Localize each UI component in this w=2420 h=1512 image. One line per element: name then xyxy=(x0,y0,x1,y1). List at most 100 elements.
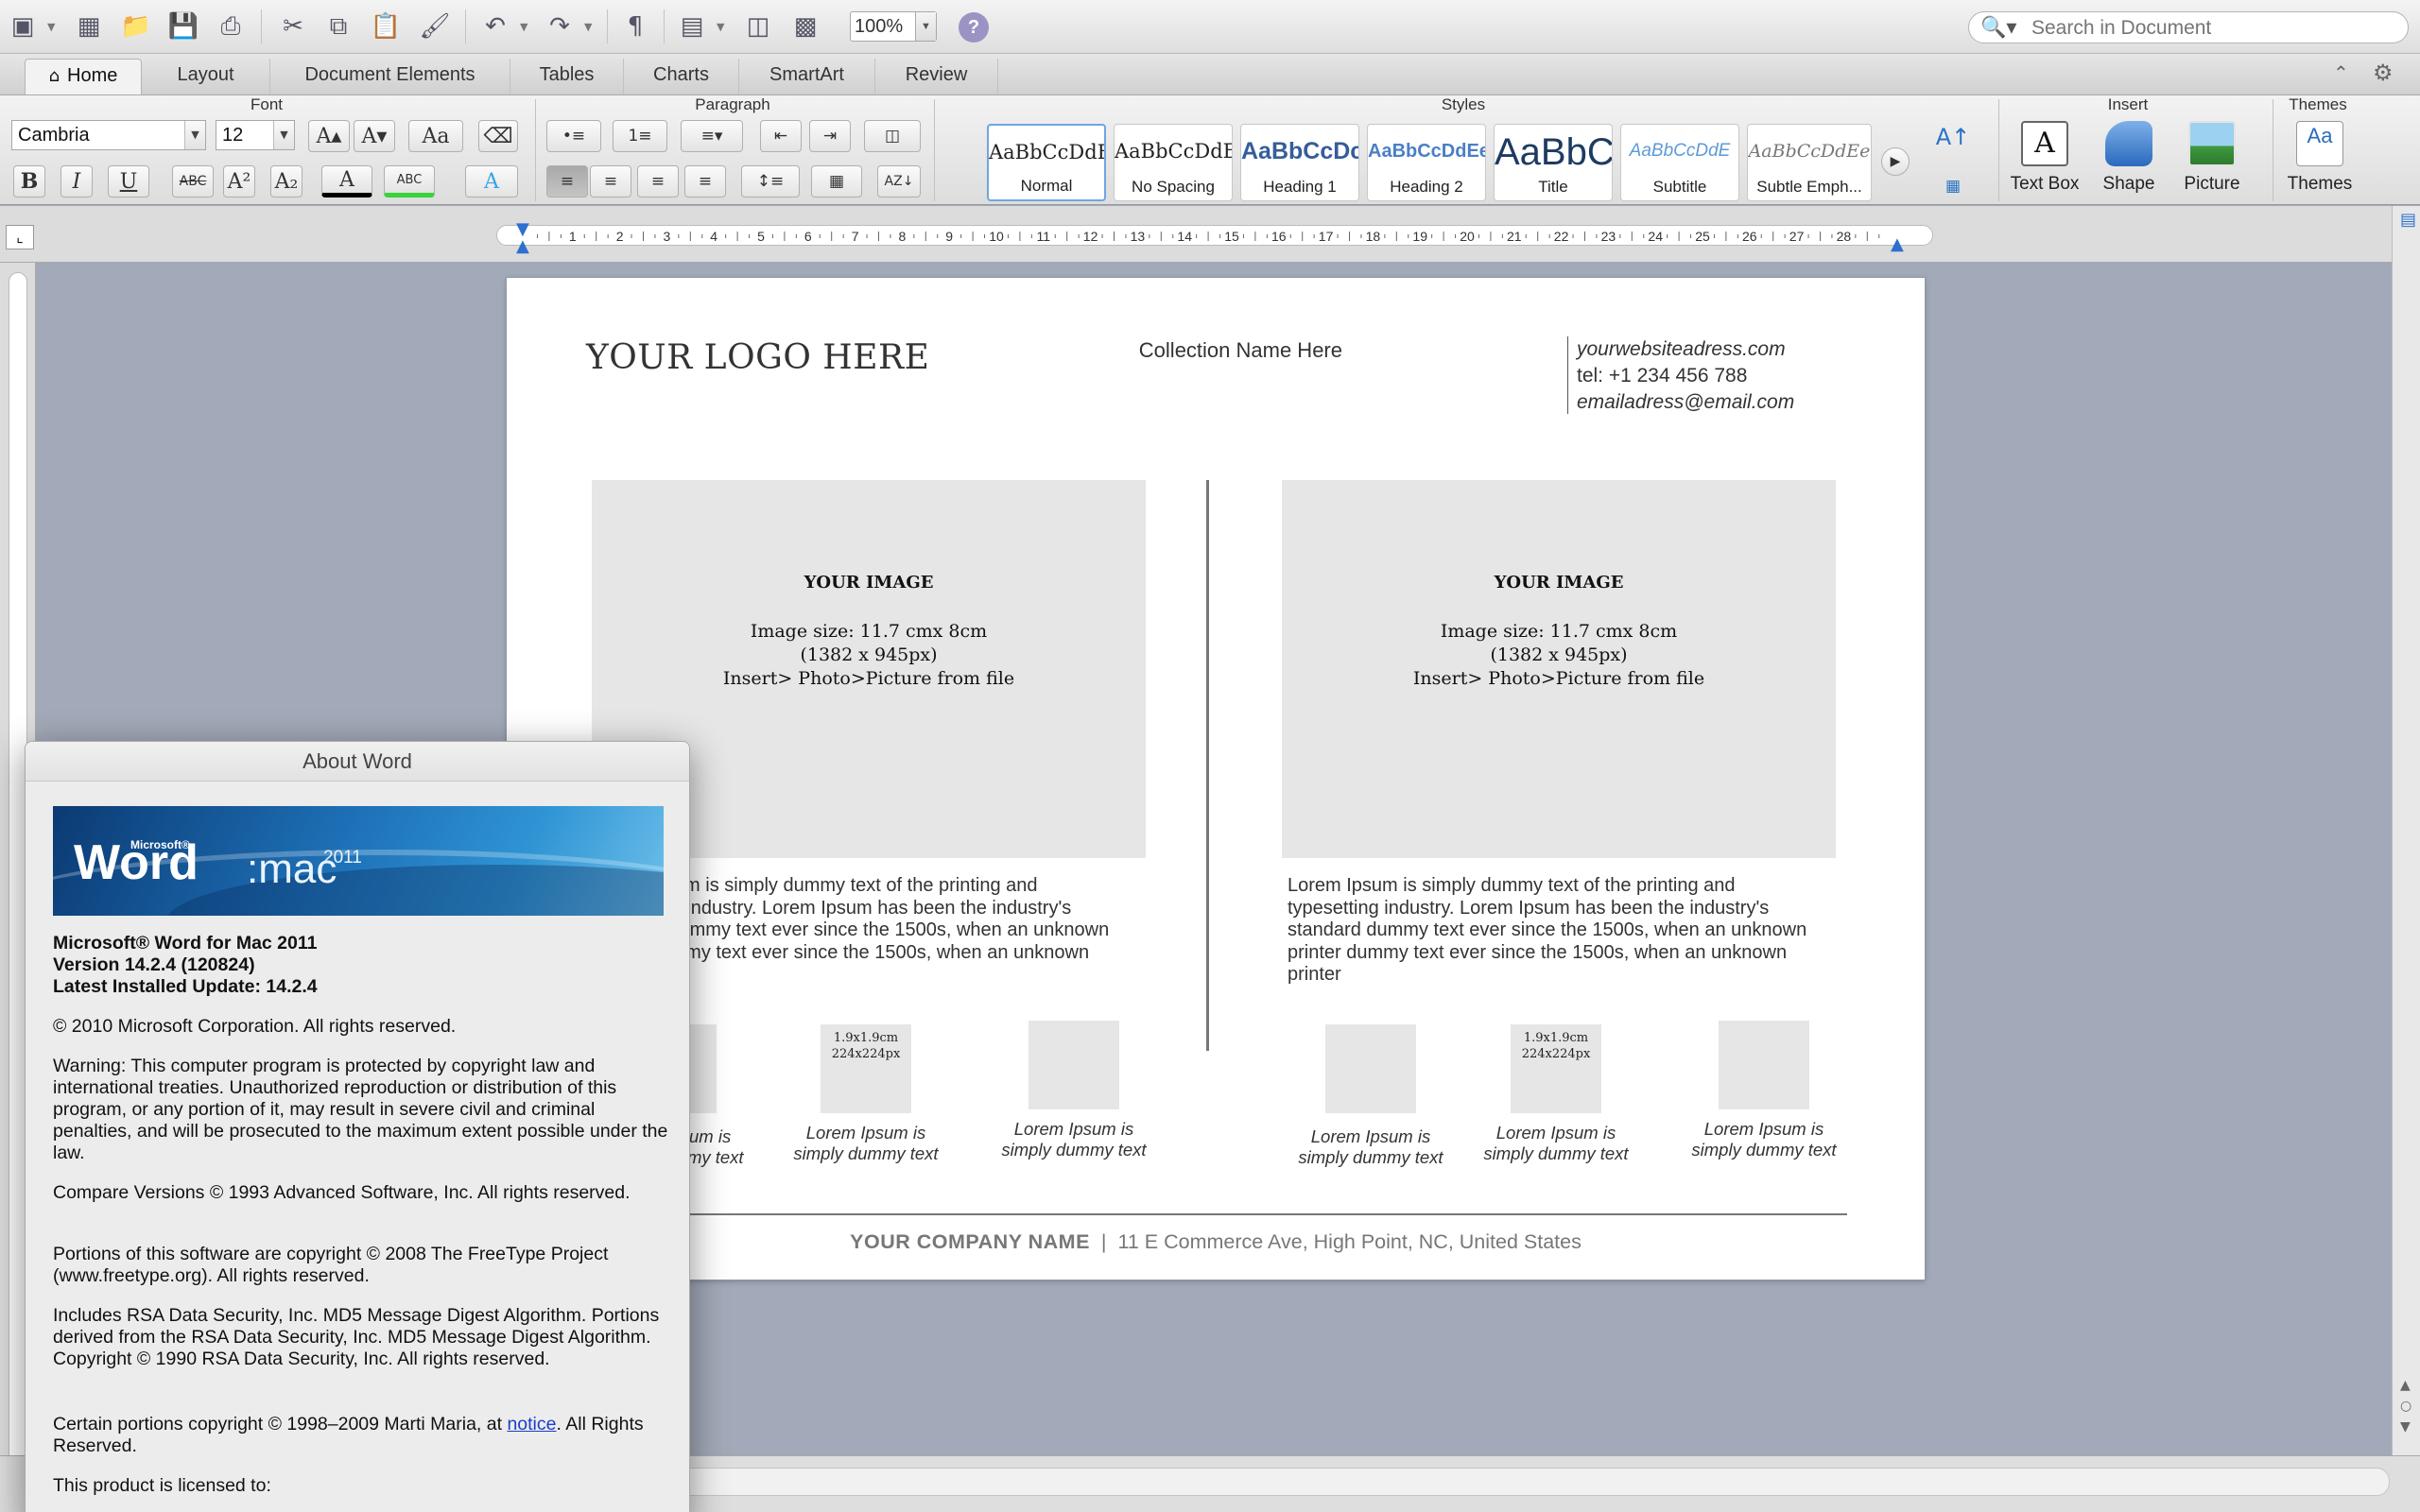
text-box-button[interactable]: A Text Box xyxy=(2002,121,2087,202)
borders-icon[interactable]: ▦ xyxy=(811,165,862,198)
collapse-ribbon-icon[interactable]: ⌃ xyxy=(2333,61,2349,84)
undo-menu-caret[interactable]: ▼ xyxy=(520,21,531,33)
column-divider xyxy=(1206,480,1209,1051)
previous-page-icon[interactable]: ▲ xyxy=(2400,1378,2411,1393)
subscript-icon[interactable]: A₂ xyxy=(270,165,302,198)
view-menu-caret[interactable]: ▼ xyxy=(717,21,728,33)
split-view-icon[interactable]: ▤ xyxy=(2400,210,2416,230)
media-browser-icon[interactable]: ▩ xyxy=(786,8,824,45)
ruler-track[interactable]: 1 2 3 4 5 6 7 8 9 10 11 12 13 14 15 16 17 18 19 20 21 22 23 24 2… xyxy=(496,225,1933,246)
style-heading-2[interactable]: AaBbCcDdEe Heading 2 xyxy=(1367,124,1486,201)
search-box[interactable]: 🔍▾ xyxy=(1968,11,2409,43)
gear-icon[interactable]: ⚙ xyxy=(2373,60,2394,86)
italic-icon[interactable]: I xyxy=(60,165,93,198)
bold-icon[interactable]: B xyxy=(13,165,45,198)
open-icon[interactable]: 📁 xyxy=(117,8,155,45)
multilevel-list-icon[interactable]: ≡▾ xyxy=(681,120,743,152)
zoom-field[interactable]: 100% ▼ xyxy=(850,11,937,42)
style-normal[interactable]: AaBbCcDdEe Normal xyxy=(987,124,1106,201)
cut-icon[interactable]: ✂ xyxy=(274,8,312,45)
clear-formatting-icon[interactable]: ⌫ xyxy=(478,120,518,152)
help-icon[interactable]: ? xyxy=(959,12,989,43)
styles-next-icon[interactable]: ▶ xyxy=(1881,147,1910,176)
zoom-dropdown-icon[interactable]: ▼ xyxy=(915,12,936,41)
thumbnail-placeholder[interactable] xyxy=(1719,1021,1809,1109)
font-size-dropdown-icon[interactable]: ▼ xyxy=(273,121,294,149)
copy-icon[interactable]: ⧉ xyxy=(320,8,357,45)
justify-icon[interactable]: ≡ xyxy=(684,165,726,198)
search-input[interactable] xyxy=(2031,17,2391,40)
align-center-icon[interactable]: ≡ xyxy=(590,165,631,198)
highlight-icon[interactable]: ABC xyxy=(384,165,435,198)
themes-button[interactable]: Aa Themes xyxy=(2274,121,2365,202)
thumbnail-placeholder[interactable] xyxy=(1028,1021,1119,1109)
style-subtle-emphasis[interactable]: AaBbCcDdEe Subtle Emph... xyxy=(1747,124,1872,201)
thumbnail-caption: Lorem Ipsum issimply dummy text xyxy=(1669,1119,1858,1160)
vertical-scrollbar[interactable]: ▤ ▲ ○ ▼ xyxy=(2392,206,2420,1455)
style-title[interactable]: AaBbC Title xyxy=(1494,124,1613,201)
font-size-combo[interactable]: 12 ▼ xyxy=(216,120,295,150)
increase-indent-icon[interactable]: ⇥ xyxy=(809,120,851,152)
thumbnail-placeholder[interactable] xyxy=(1325,1024,1416,1113)
grow-font-icon[interactable]: A▴ xyxy=(308,120,350,152)
line-spacing-icon[interactable]: ↕≡ xyxy=(741,165,800,198)
font-name-combo[interactable]: Cambria ▼ xyxy=(11,120,206,150)
sort-icon[interactable]: AZ↓ xyxy=(877,165,921,198)
view-icon[interactable]: ▤ xyxy=(673,8,711,45)
paste-icon[interactable]: 📋 xyxy=(367,8,405,45)
redo-icon[interactable]: ↷ xyxy=(541,8,579,45)
text-effects-icon[interactable]: A xyxy=(465,165,518,198)
style-label: Subtitle xyxy=(1652,178,1707,196)
tab-smartart[interactable]: SmartArt xyxy=(739,59,875,94)
underline-icon[interactable]: U xyxy=(108,165,149,198)
new-document-menu-caret[interactable]: ▼ xyxy=(47,21,59,33)
columns-icon[interactable]: ◫ xyxy=(864,120,921,152)
template-gallery-icon[interactable]: ▦ xyxy=(70,8,108,45)
thumbnail-placeholder[interactable]: 1.9x1.9cm 224x224px xyxy=(1511,1024,1601,1113)
picture-button[interactable]: Picture xyxy=(2170,121,2254,202)
left-indent-marker[interactable]: ▲ xyxy=(516,236,529,256)
dialog-title[interactable]: About Word xyxy=(26,742,689,782)
style-subtitle[interactable]: AaBbCcDdE Subtitle xyxy=(1620,124,1739,201)
manage-styles-icon[interactable]: A↑ xyxy=(1934,121,1972,153)
tab-tables[interactable]: Tables xyxy=(510,59,624,94)
change-case-icon[interactable]: Aa xyxy=(408,120,463,152)
notice-link[interactable]: notice xyxy=(507,1414,556,1435)
next-page-icon[interactable]: ▼ xyxy=(2400,1419,2411,1435)
decrease-indent-icon[interactable]: ⇤ xyxy=(760,120,802,152)
browse-object-icon[interactable]: ○ xyxy=(2400,1399,2411,1414)
save-icon[interactable]: 💾 xyxy=(164,8,202,45)
tab-review[interactable]: Review xyxy=(875,59,998,94)
align-left-icon[interactable]: ≡ xyxy=(546,165,588,198)
font-color-icon[interactable]: A xyxy=(321,165,372,198)
shape-button[interactable]: Shape xyxy=(2087,121,2170,202)
bullets-icon[interactable]: •≡ xyxy=(546,120,601,152)
style-heading-1[interactable]: AaBbCcDc Heading 1 xyxy=(1240,124,1359,201)
shrink-font-icon[interactable]: A▾ xyxy=(354,120,395,152)
numbering-icon[interactable]: 1≡ xyxy=(613,120,667,152)
new-document-icon[interactable]: ▣ xyxy=(4,8,42,45)
print-icon[interactable]: ⎙ xyxy=(212,8,250,45)
tab-layout[interactable]: Layout xyxy=(142,59,270,94)
undo-icon[interactable]: ↶ xyxy=(476,8,514,45)
right-indent-marker[interactable]: ▲ xyxy=(1891,234,1904,254)
horizontal-ruler[interactable]: ⌞ 1 2 3 4 5 6 7 8 9 10 11 12 13 14 15 16 17 18 19 20 21 22 23 2… xyxy=(0,206,2420,263)
search-icon[interactable]: 🔍▾ xyxy=(1980,15,2016,40)
styles-pane-icon[interactable]: ▦ xyxy=(1934,170,1972,202)
align-right-icon[interactable]: ≡ xyxy=(637,165,679,198)
format-painter-icon[interactable]: 🖌 xyxy=(416,8,454,45)
strikethrough-icon[interactable]: ABC xyxy=(172,165,214,198)
tab-document-elements[interactable]: Document Elements xyxy=(270,59,510,94)
sidebar-icon[interactable]: ◫ xyxy=(739,8,777,45)
font-name-dropdown-icon[interactable]: ▼ xyxy=(184,121,205,149)
style-no-spacing[interactable]: AaBbCcDdEe No Spacing xyxy=(1114,124,1233,201)
tab-home[interactable]: ⌂ Home xyxy=(25,59,142,94)
image-placeholder-right[interactable]: YOUR IMAGE Image size: 11.7 cmx 8cm (138… xyxy=(1282,480,1836,858)
tab-stop-selector[interactable]: ⌞ xyxy=(6,225,34,249)
thumbnail-placeholder[interactable]: 1.9x1.9cm 224x224px xyxy=(821,1024,911,1113)
redo-menu-caret[interactable]: ▼ xyxy=(584,21,596,33)
tab-charts[interactable]: Charts xyxy=(624,59,739,94)
show-formatting-icon[interactable]: ¶ xyxy=(616,8,654,45)
document-page[interactable]: YOUR LOGO HERE Collection Name Here your… xyxy=(507,278,1925,1280)
superscript-icon[interactable]: A² xyxy=(223,165,255,198)
